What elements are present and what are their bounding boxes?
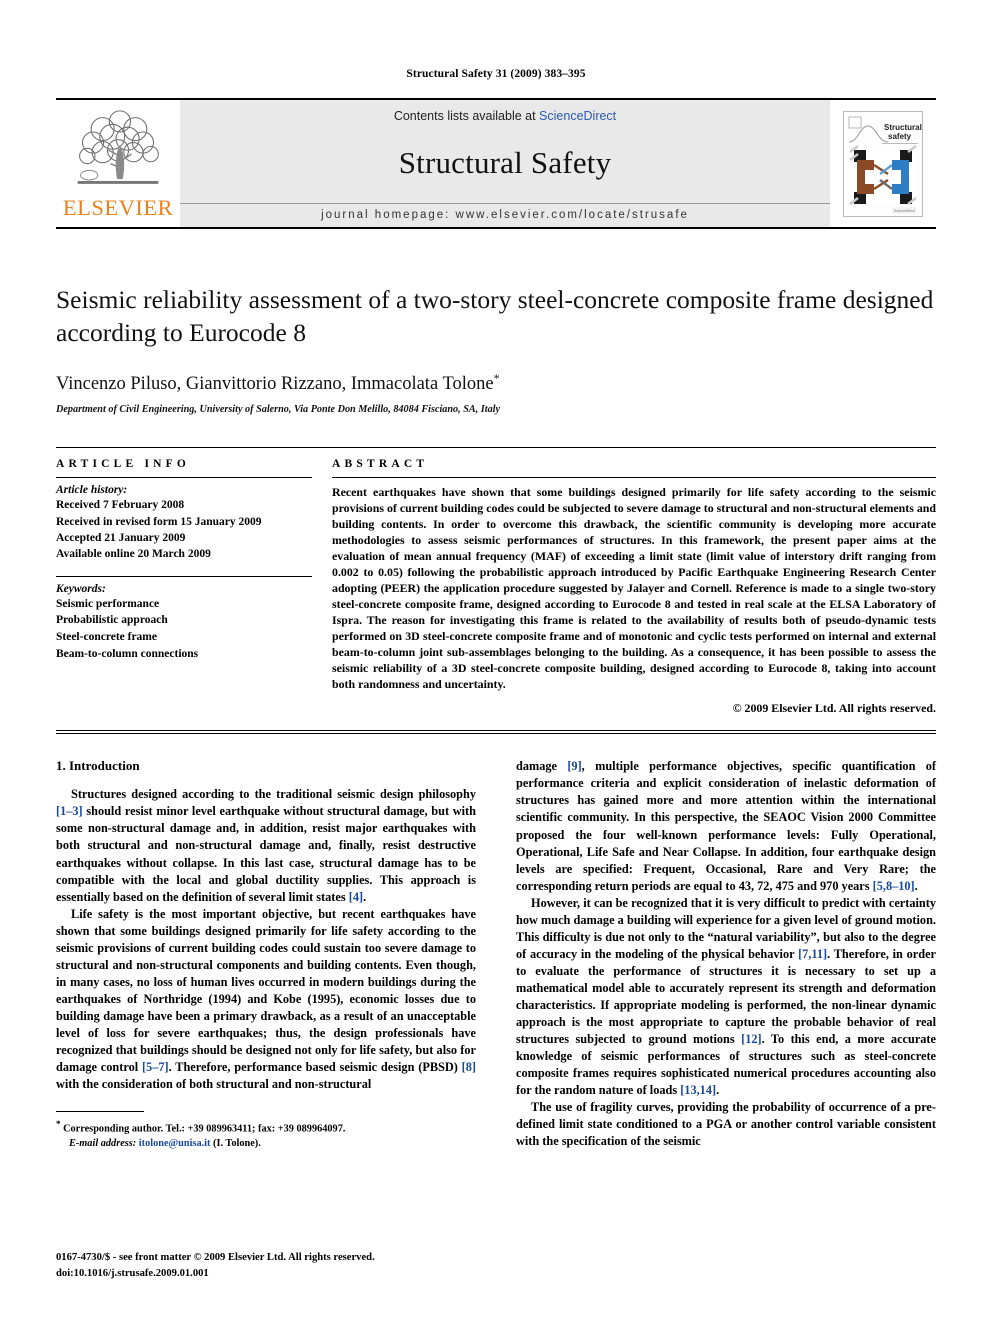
journal-homepage-link[interactable]: journal homepage: www.elsevier.com/locat… <box>180 203 830 227</box>
elsevier-tree-icon <box>77 109 159 184</box>
corresponding-author-marker: * <box>493 371 500 386</box>
paragraph: damage [9], multiple performance objecti… <box>516 759 936 893</box>
body-column-right: damage [9], multiple performance objecti… <box>516 758 936 1151</box>
cover-image: Structural safety ScienceDirect <box>843 110 923 217</box>
journal-title: Structural Safety <box>398 144 612 180</box>
abstract-heading: ABSTRACT <box>332 458 429 471</box>
footnote-divider <box>56 1110 144 1112</box>
footnote-bullet-icon: * <box>56 1118 61 1129</box>
author-names: Vincenzo Piluso, Gianvittorio Rizzano, I… <box>56 374 494 395</box>
affiliation: Department of Civil Engineering, Univers… <box>56 404 501 416</box>
svg-text:safety: safety <box>888 132 912 141</box>
paragraph: However, it can be recognized that it is… <box>516 895 936 1097</box>
info-abstract-region: ARTICLE INFO Article history: Received 7… <box>56 447 936 716</box>
keyword-item: Steel-concrete frame <box>56 631 157 644</box>
history-item: Available online 20 March 2009 <box>56 548 211 561</box>
article-info-heading: ARTICLE INFO <box>56 458 191 471</box>
publisher-logo: ELSEVIER <box>56 100 180 227</box>
keyword-item: Seismic performance <box>56 597 160 610</box>
abstract-bottom-rule <box>56 730 936 732</box>
paragraph: Structures designed according to the tra… <box>56 787 476 904</box>
abstract-divider-top <box>332 477 936 479</box>
section-heading-introduction: 1. Introduction <box>56 758 140 774</box>
keyword-item: Beam-to-column connections <box>56 647 199 660</box>
body-columns: 1. Introduction Structures designed acco… <box>56 758 936 1151</box>
abstract-text: Recent earthquakes have shown that some … <box>332 485 936 692</box>
elsevier-wordmark: ELSEVIER <box>62 194 174 220</box>
article-info-column: ARTICLE INFO Article history: Received 7… <box>56 458 328 716</box>
title-block: Seismic reliability assessment of a two-… <box>56 283 936 415</box>
issn-copyright-line: 0167-4730/$ - see front matter © 2009 El… <box>56 1252 375 1264</box>
paragraph: The use of fragility curves, providing t… <box>516 1099 936 1148</box>
keywords-label: Keywords: <box>56 582 106 595</box>
history-item: Accepted 21 January 2009 <box>56 532 186 545</box>
history-item: Received in revised form 15 January 2009 <box>56 515 262 528</box>
journal-article-page: Structural Safety 31 (2009) 383–395 ELSE… <box>0 0 992 1323</box>
corresponding-author-text: Corresponding author. Tel.: +39 08996341… <box>63 1123 346 1135</box>
body-top-divider <box>56 733 936 735</box>
journal-masthead: ELSEVIER Contents lists available at Sci… <box>56 98 936 229</box>
article-history-label: Article history: <box>56 484 128 497</box>
doi-line: doi:10.1016/j.strusafe.2009.01.001 <box>56 1267 209 1279</box>
keyword-item: Probabilistic approach <box>56 614 168 627</box>
email-label: E-mail address: <box>69 1137 137 1149</box>
info-divider-keywords <box>56 575 312 577</box>
svg-text:ScienceDirect: ScienceDirect <box>894 209 915 213</box>
corresponding-author-note: * Corresponding author. Tel.: +39 089963… <box>56 1118 476 1152</box>
abstract-copyright: © 2009 Elsevier Ltd. All rights reserved… <box>732 701 936 716</box>
svg-text:Structural: Structural <box>884 123 922 132</box>
history-item: Received 7 February 2008 <box>56 499 185 512</box>
paragraph: Life safety is the most important object… <box>56 906 476 1091</box>
masthead-center: Contents lists available at ScienceDirec… <box>180 100 830 227</box>
body-column-left: 1. Introduction Structures designed acco… <box>56 758 476 1151</box>
journal-cover-thumbnail[interactable]: Structural safety ScienceDirect <box>830 100 936 227</box>
author-list: Vincenzo Piluso, Gianvittorio Rizzano, I… <box>56 371 936 395</box>
sciencedirect-link[interactable]: ScienceDirect <box>539 109 616 123</box>
email-owner: (I. Tolone). <box>213 1137 261 1149</box>
cover-artwork-icon: Structural safety ScienceDirect <box>844 111 922 216</box>
running-head: Structural Safety 31 (2009) 383–395 <box>406 68 586 80</box>
contents-available-line: Contents lists available at ScienceDirec… <box>394 109 616 123</box>
email-link[interactable]: itolone@unisa.it <box>139 1138 211 1149</box>
page-footer: 0167-4730/$ - see front matter © 2009 El… <box>56 1250 375 1281</box>
abstract-column: ABSTRACT Recent earthquakes have shown t… <box>328 458 936 716</box>
info-divider-top <box>56 477 312 479</box>
footnote-block: * Corresponding author. Tel.: +39 089963… <box>56 1110 476 1152</box>
contents-prefix: Contents lists available at <box>393 109 540 123</box>
page-title: Seismic reliability assessment of a two-… <box>56 285 934 348</box>
